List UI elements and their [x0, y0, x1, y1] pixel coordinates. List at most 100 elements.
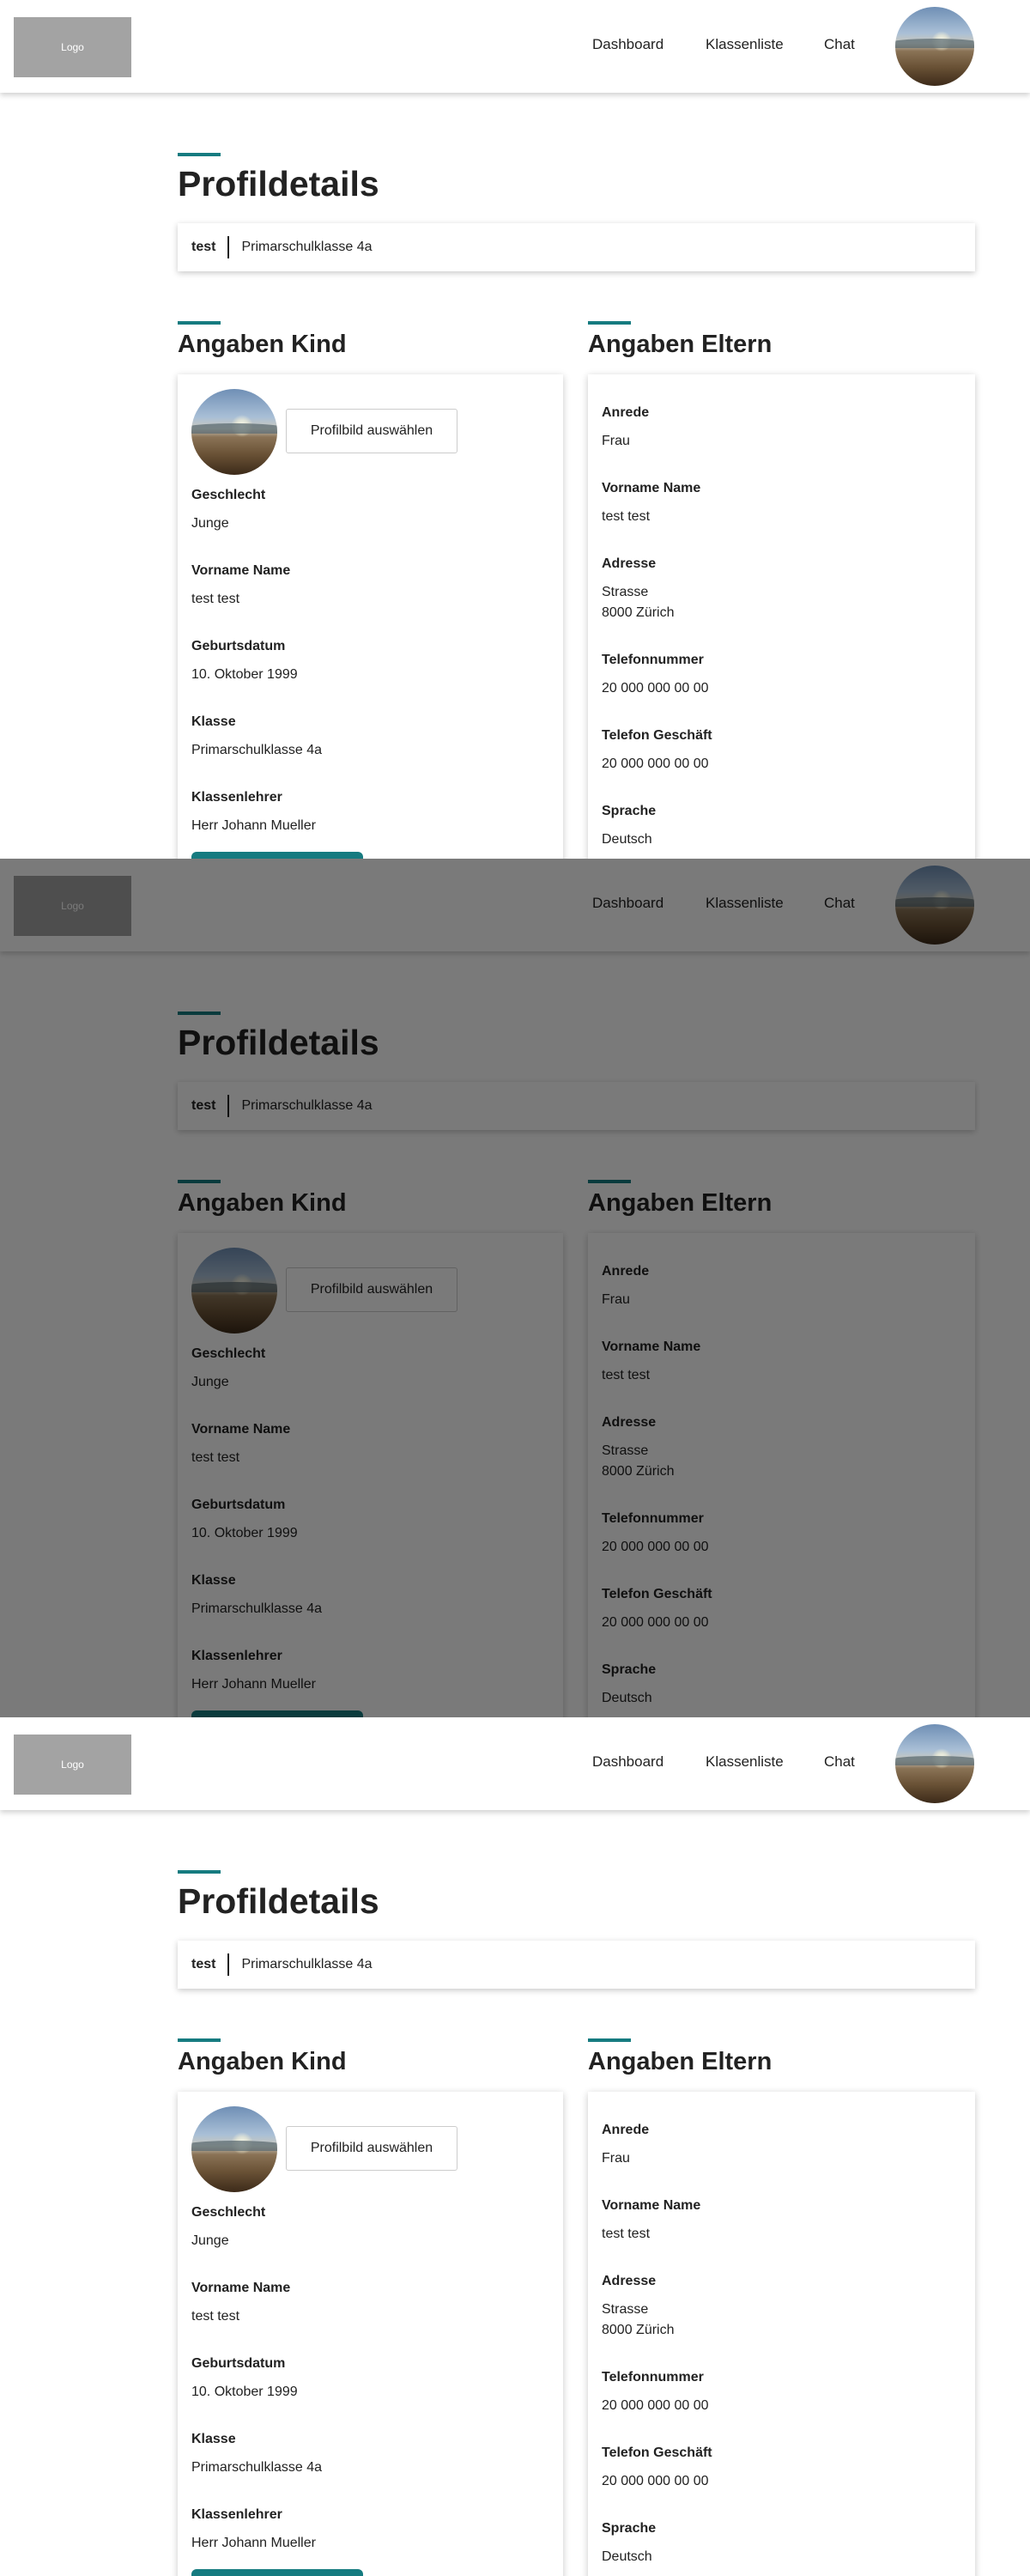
page-title: Profildetails	[178, 1881, 379, 1921]
nav-chat[interactable]: Chat	[824, 36, 855, 53]
divider	[227, 236, 230, 258]
field-anrede: Anrede Frau	[602, 404, 962, 452]
user-avatar[interactable]	[895, 1724, 974, 1803]
select-profile-image-button[interactable]: Profilbild auswählen	[286, 2126, 457, 2171]
field-label: Telefon Geschäft	[602, 728, 712, 743]
address-city: 8000 Zürich	[602, 2323, 675, 2337]
nav-klassenliste[interactable]: Klassenliste	[706, 1753, 784, 1771]
field-value: test test	[191, 2309, 240, 2324]
field-label: Anrede	[602, 2123, 650, 2137]
field-klasse: Klasse Primarschulklasse 4a	[191, 2430, 552, 2478]
eltern-card: Anrede Frau Vorname Name test test Adres…	[588, 374, 975, 859]
hills	[895, 1755, 974, 1765]
field-label: Geburtsdatum	[191, 639, 286, 653]
address-street: Strasse	[602, 2302, 649, 2317]
site-header: Logo Dashboard Klassenliste Chat	[0, 1717, 1030, 1810]
field-value: Junge	[191, 2233, 229, 2248]
field-value: Frau	[602, 2151, 630, 2166]
field-value: 10. Oktober 1999	[191, 667, 298, 682]
field-telefon-geschaeft: Telefon Geschäft 20 000 000 00 00	[602, 2444, 962, 2492]
hills	[191, 423, 277, 434]
field-label: Vorname Name	[191, 563, 291, 578]
field-label: Adresse	[602, 2274, 657, 2288]
primary-action-button[interactable]	[191, 852, 363, 859]
field-value: 20 000 000 00 00	[602, 2474, 709, 2488]
nav-chat[interactable]: Chat	[824, 1753, 855, 1771]
screen-state-1: Logo Dashboard Klassenliste Chat Profild…	[0, 0, 1030, 859]
field-label: Klasse	[191, 714, 236, 729]
field-klasse: Klasse Primarschulklasse 4a	[191, 713, 552, 761]
field-anrede: Anrede Frau	[602, 2121, 962, 2169]
nav-dashboard[interactable]: Dashboard	[592, 36, 663, 53]
field-label: Sprache	[602, 804, 657, 818]
field-geschlecht: Geschlecht Junge	[191, 486, 552, 534]
screen-state-2: Logo Dashboard Klassenliste Chat Profild…	[0, 859, 1030, 1717]
field-vorname-name: Vorname Name test test	[602, 2196, 962, 2245]
modal-backdrop[interactable]	[0, 859, 1030, 1717]
child-class: Primarschulklasse 4a	[241, 240, 373, 254]
field-value: Frau	[602, 434, 630, 448]
field-value: Herr Johann Mueller	[191, 2536, 316, 2550]
user-avatar[interactable]	[895, 7, 974, 86]
field-value: Primarschulklasse 4a	[191, 743, 323, 757]
nav-klassenliste[interactable]: Klassenliste	[706, 36, 784, 53]
field-sprache: Sprache Deutsch	[602, 2519, 962, 2567]
address-street: Strasse	[602, 585, 649, 599]
title-accent-bar	[178, 1870, 221, 1874]
field-telefonnummer: Telefonnummer 20 000 000 00 00	[602, 2368, 962, 2416]
field-klassenlehrer: Klassenlehrer Herr Johann Mueller	[191, 2506, 552, 2554]
address-city: 8000 Zürich	[602, 605, 675, 620]
page-title: Profildetails	[178, 164, 379, 204]
field-klassenlehrer: Klassenlehrer Herr Johann Mueller	[191, 788, 552, 836]
logo[interactable]: Logo	[14, 17, 131, 77]
hills	[191, 2141, 277, 2151]
field-adresse: Adresse Strasse 8000 Zürich	[602, 555, 962, 623]
field-sprache: Sprache Deutsch	[602, 802, 962, 850]
field-value: Deutsch	[602, 832, 652, 847]
title-accent-bar	[178, 153, 221, 156]
field-value: Deutsch	[602, 2549, 652, 2564]
profile-image	[191, 2106, 277, 2192]
section-accent-bar	[588, 2038, 631, 2042]
field-value: test test	[602, 2227, 651, 2241]
child-short-name: test	[191, 240, 216, 254]
field-telefon-geschaeft: Telefon Geschäft 20 000 000 00 00	[602, 726, 962, 775]
logo-label: Logo	[61, 41, 84, 53]
section-accent-bar	[178, 2038, 221, 2042]
primary-action-button[interactable]	[191, 2569, 363, 2576]
section-accent-bar	[178, 321, 221, 325]
field-adresse: Adresse Strasse 8000 Zürich	[602, 2272, 962, 2341]
field-label: Telefonnummer	[602, 653, 704, 667]
section-title-eltern: Angaben Eltern	[588, 331, 772, 358]
field-label: Telefonnummer	[602, 2370, 704, 2385]
field-value: Junge	[191, 516, 229, 531]
field-vorname-name: Vorname Name test test	[602, 479, 962, 527]
profile-info-bar: test Primarschulklasse 4a	[178, 223, 975, 271]
field-label: Klassenlehrer	[191, 790, 282, 805]
section-title-kind: Angaben Kind	[178, 2048, 347, 2075]
field-value: 20 000 000 00 00	[602, 756, 709, 771]
select-profile-image-button[interactable]: Profilbild auswählen	[286, 409, 457, 453]
child-short-name: test	[191, 1957, 216, 1971]
section-title-eltern: Angaben Eltern	[588, 2048, 772, 2075]
field-label: Geschlecht	[191, 488, 266, 502]
nav-dashboard[interactable]: Dashboard	[592, 1753, 663, 1771]
logo[interactable]: Logo	[14, 1735, 131, 1795]
hills	[895, 38, 974, 48]
field-vorname-name: Vorname Name test test	[191, 562, 552, 610]
field-label: Klasse	[191, 2432, 236, 2446]
field-value: 10. Oktober 1999	[191, 2385, 298, 2399]
section-accent-bar	[588, 321, 631, 325]
field-label: Geburtsdatum	[191, 2356, 286, 2371]
field-geburtsdatum: Geburtsdatum 10. Oktober 1999	[191, 637, 552, 685]
field-label: Geschlecht	[191, 2205, 266, 2220]
section-title-kind: Angaben Kind	[178, 331, 347, 358]
field-label: Telefon Geschäft	[602, 2445, 712, 2460]
field-label: Anrede	[602, 405, 650, 420]
kind-card: Profilbild auswählen Geschlecht Junge Vo…	[178, 374, 563, 859]
field-value: Strasse 8000 Zürich	[602, 582, 962, 623]
field-value: test test	[191, 592, 240, 606]
field-geburtsdatum: Geburtsdatum 10. Oktober 1999	[191, 2354, 552, 2403]
kind-card: Profilbild auswählen Geschlecht Junge Vo…	[178, 2092, 563, 2576]
field-geschlecht: Geschlecht Junge	[191, 2203, 552, 2251]
